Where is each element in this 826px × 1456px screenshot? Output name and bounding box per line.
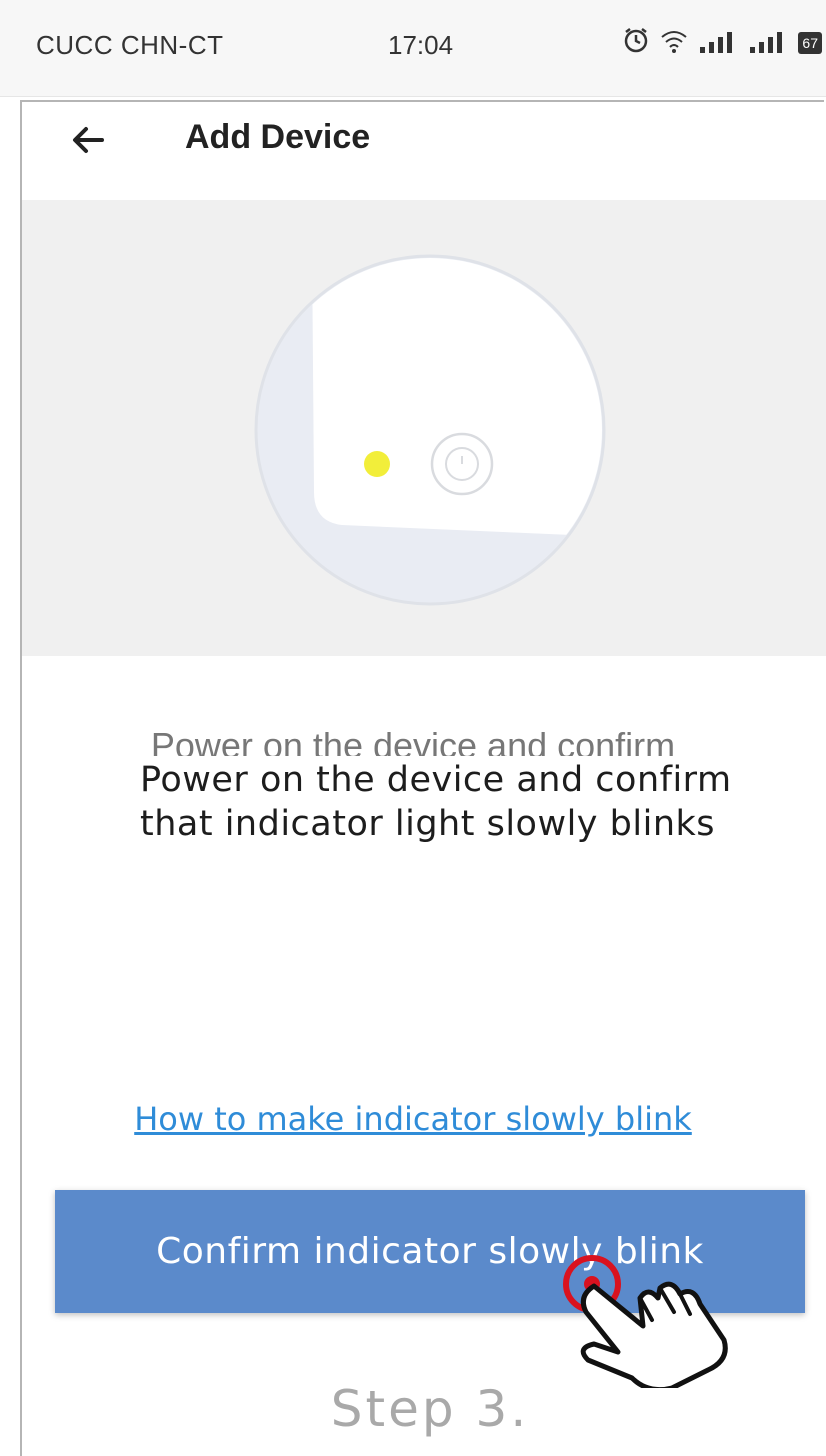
page-title: Add Device [185,118,371,156]
clock-time: 17:04 [388,30,454,60]
signal-icon [750,32,783,53]
wifi-icon [661,31,688,53]
step-label: Step 3. [330,1380,530,1438]
help-link[interactable]: How to make indicator slowly blink [0,1100,826,1138]
status-icons: 67 [622,26,822,54]
hand-pointer-icon [563,1255,728,1388]
carrier-label: CUCC CHN-CT [36,30,224,60]
instruction-text-ghost: Power on the device and confirm [150,725,676,756]
instruction-text: Power on the device and confirm that ind… [140,760,732,844]
device-indicator-illustration [254,254,606,606]
signal-icon [700,32,733,53]
battery-icon: 67 [798,32,822,54]
status-bar: CUCC CHN-CT 17:04 67 [0,0,826,97]
arrow-left-icon[interactable] [68,120,108,160]
alarm-icon [625,28,648,53]
device-illustration-panel [22,200,826,656]
